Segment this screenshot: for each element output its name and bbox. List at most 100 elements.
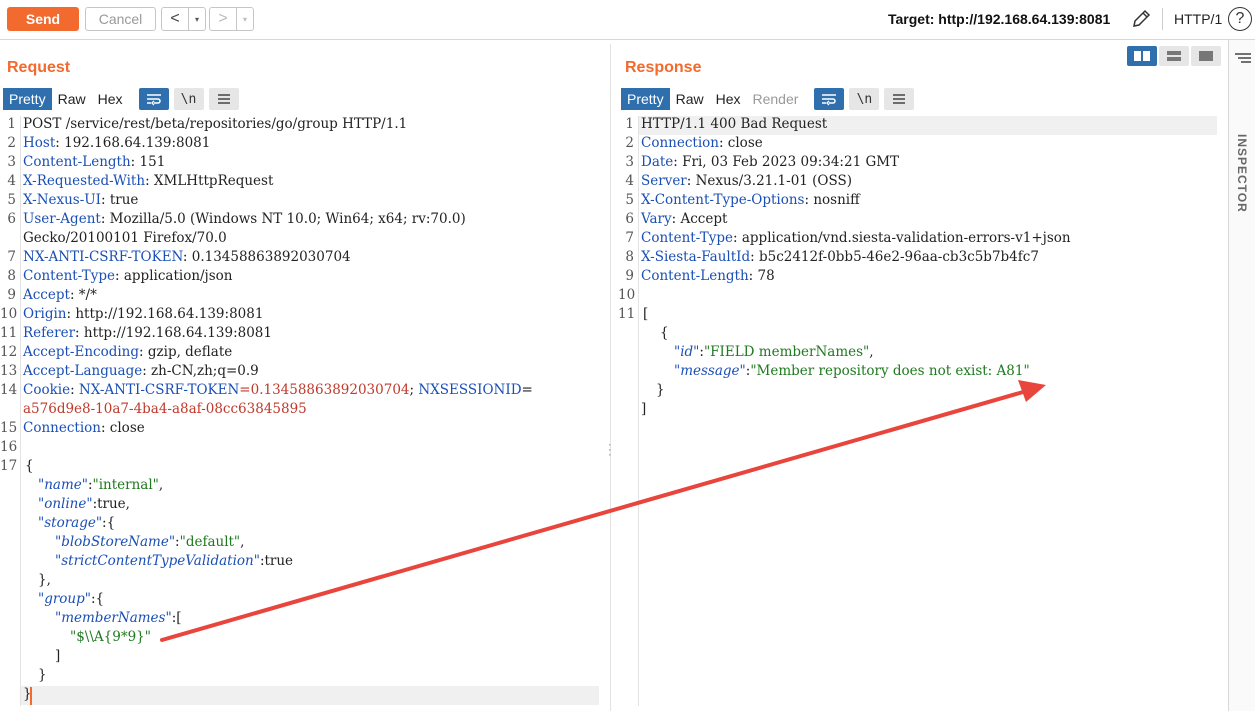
forward-arrow-icon[interactable]: > — [210, 10, 236, 28]
line-number: 1 — [7, 116, 16, 132]
line-number: 10 — [0, 306, 18, 322]
json-line-error-message: "message":"Member repository does not ex… — [674, 363, 1030, 379]
request-tab-hex[interactable]: Hex — [92, 88, 129, 110]
request-pane-title: Request — [7, 59, 71, 76]
response-line: Vary: Accept — [641, 211, 728, 227]
response-line: X-Content-Type-Options: nosniff — [641, 192, 860, 208]
request-line: Accept-Encoding: gzip, deflate — [23, 344, 233, 360]
json-line: "storage":{ — [38, 515, 116, 531]
back-arrow-icon[interactable]: < — [162, 10, 188, 28]
line-number: 5 — [7, 192, 16, 208]
line-number: 16 — [0, 439, 18, 455]
json-line: } — [656, 382, 665, 398]
response-tab-pretty[interactable]: Pretty — [621, 88, 670, 110]
split-vertical-layout-button[interactable] — [1159, 46, 1189, 66]
line-number: 14 — [0, 382, 18, 398]
json-line: "memberNames":[ — [55, 610, 182, 626]
line-number: 6 — [625, 211, 634, 227]
line-number: 3 — [625, 154, 634, 170]
json-line: "group":{ — [38, 591, 105, 607]
line-number: 8 — [7, 268, 16, 284]
forward-dropdown-icon[interactable]: ▾ — [236, 8, 253, 30]
history-back-group[interactable]: < ▾ — [161, 7, 206, 31]
json-line: { — [660, 325, 669, 341]
current-line-highlight — [21, 686, 599, 705]
layout-toggle-group — [1127, 46, 1221, 66]
inspector-panel[interactable]: INSPECTOR — [1228, 40, 1255, 711]
history-forward-group[interactable]: > ▾ — [209, 7, 254, 31]
request-menu-button[interactable] — [208, 88, 239, 110]
line-number: 7 — [7, 249, 16, 265]
line-number: 5 — [625, 192, 634, 208]
line-number: 12 — [0, 344, 18, 360]
response-view-tabs: Pretty Raw Hex Render \n — [621, 88, 919, 110]
response-line: Server: Nexus/3.21.1-01 (OSS) — [641, 173, 853, 189]
request-line: Content-Length: 151 — [23, 154, 166, 170]
request-line: User-Agent: Mozilla/5.0 (Windows NT 10.0… — [23, 211, 466, 227]
request-line-wrapped: Gecko/20100101 Firefox/70.0 — [23, 230, 227, 246]
line-number: 9 — [625, 268, 634, 284]
request-tab-raw[interactable]: Raw — [52, 88, 92, 110]
columns-icon — [1134, 51, 1150, 61]
json-line-payload: "$\\A{9*9}" — [70, 629, 151, 645]
cancel-button[interactable]: Cancel — [85, 7, 156, 31]
response-menu-button[interactable] — [884, 88, 915, 110]
request-show-newlines-button[interactable]: \n — [173, 88, 204, 110]
http-version-toggle[interactable]: HTTP/1 — [1174, 11, 1222, 27]
response-line: Connection: close — [641, 135, 763, 151]
line-number: 2 — [625, 135, 634, 151]
response-line: Date: Fri, 03 Feb 2023 09:34:21 GMT — [641, 154, 900, 170]
inspector-label[interactable]: INSPECTOR — [1235, 134, 1249, 213]
inspector-menu-icon[interactable] — [1234, 52, 1252, 66]
response-show-newlines-button[interactable]: \n — [849, 88, 880, 110]
pane-resize-handle-icon[interactable]: · · · — [608, 440, 612, 461]
request-line: Content-Type: application/json — [23, 268, 233, 284]
edit-target-pencil-icon[interactable] — [1130, 8, 1152, 30]
request-line-cookie: Cookie: NX-ANTI-CSRF-TOKEN=0.13458863892… — [23, 382, 533, 398]
json-line: [ — [643, 306, 649, 322]
line-number: 7 — [625, 230, 634, 246]
line-number: 4 — [7, 173, 16, 189]
response-line: Content-Length: 78 — [641, 268, 775, 284]
json-line: ] — [55, 648, 61, 664]
hamburger-icon — [893, 94, 906, 104]
request-wrap-lines-button[interactable] — [138, 88, 169, 110]
line-number: 2 — [7, 135, 16, 151]
json-line: "name":"internal", — [38, 477, 164, 493]
request-line-wrapped: a576d9e8-10a7-4ba4-a8af-08cc63845895 — [23, 401, 307, 417]
response-tab-hex[interactable]: Hex — [710, 88, 747, 110]
back-dropdown-icon[interactable]: ▾ — [188, 8, 205, 30]
hamburger-icon — [217, 94, 230, 104]
rows-icon — [1167, 51, 1181, 61]
request-line: NX-ANTI-CSRF-TOKEN: 0.13458863892030704 — [23, 249, 351, 265]
line-number: 6 — [7, 211, 16, 227]
json-line: "blobStoreName":"default", — [55, 534, 245, 550]
response-editor[interactable]: 1 2 3 4 5 6 7 8 9 10 11 HTTP/1.1 400 Bad Request C… — [618, 116, 1223, 706]
request-line: Accept-Language: zh-CN,zh;q=0.9 — [23, 363, 259, 379]
response-status-line: HTTP/1.1 400 Bad Request — [641, 116, 828, 132]
json-line: ] — [641, 401, 647, 417]
response-wrap-lines-button[interactable] — [814, 88, 845, 110]
split-horizontal-layout-button[interactable] — [1127, 46, 1157, 66]
line-number: 8 — [625, 249, 634, 265]
help-icon[interactable]: ? — [1228, 7, 1252, 31]
response-tab-raw[interactable]: Raw — [670, 88, 710, 110]
line-number: 15 — [0, 420, 18, 436]
request-line: Origin: http://192.168.64.139:8081 — [23, 306, 264, 322]
send-button[interactable]: Send — [7, 7, 79, 31]
line-number: 1 — [625, 116, 634, 132]
response-tab-render[interactable]: Render — [747, 88, 805, 110]
tabs-layout-button[interactable] — [1191, 46, 1221, 66]
request-tab-pretty[interactable]: Pretty — [3, 88, 52, 110]
request-line: Accept: */* — [23, 287, 97, 303]
json-line: } — [38, 667, 47, 683]
request-view-tabs: Pretty Raw Hex \n — [3, 88, 244, 110]
request-line: X-Nexus-UI: true — [23, 192, 139, 208]
single-pane-icon — [1199, 51, 1213, 61]
line-number: 13 — [0, 363, 18, 379]
pane-divider[interactable] — [610, 44, 611, 711]
json-line: "id":"FIELD memberNames", — [674, 344, 874, 360]
request-editor[interactable]: 1 2 3 4 5 6 7 8 9 10 11 12 13 14 15 16 17 POST /service/… — [0, 116, 604, 706]
json-line: } — [23, 686, 32, 702]
response-line: X-Siesta-FaultId: b5c2412f-0bb5-46e2-96a… — [641, 249, 1039, 265]
